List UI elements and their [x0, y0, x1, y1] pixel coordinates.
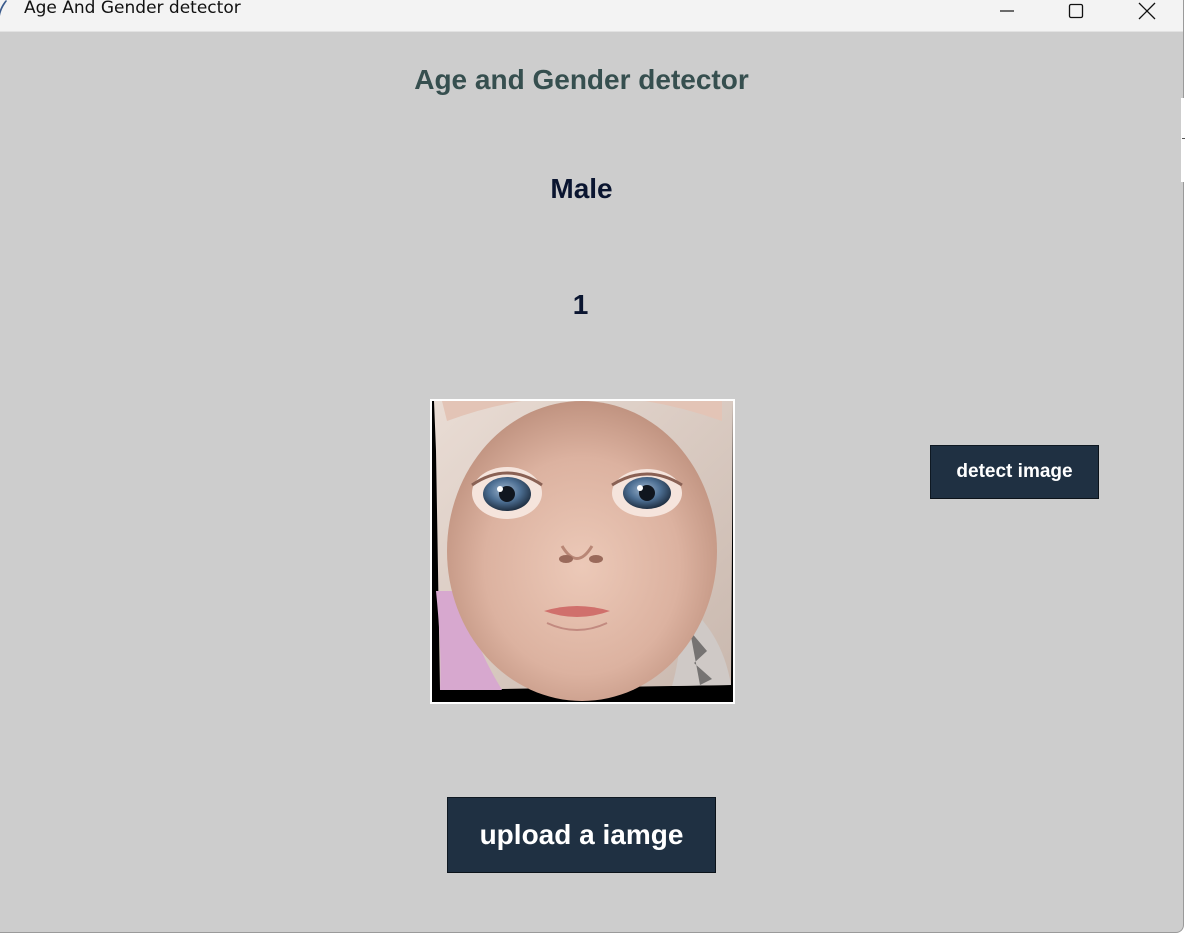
detect-image-button[interactable]: detect image [930, 445, 1099, 499]
minimize-icon [1000, 10, 1014, 12]
close-button[interactable] [1112, 0, 1182, 22]
minimize-button[interactable] [972, 0, 1042, 22]
app-window: Age And Gender detector Age and Gender d… [0, 0, 1184, 933]
window-title: Age And Gender detector [24, 0, 241, 18]
app-heading: Age and Gender detector [414, 64, 749, 95]
maximize-icon [1068, 3, 1084, 19]
feather-icon [0, 0, 7, 16]
title-bar[interactable]: Age And Gender detector [0, 0, 1183, 32]
background-window-edge [1181, 98, 1185, 182]
close-icon [1138, 2, 1156, 20]
uploaded-image [430, 399, 735, 704]
upload-image-button[interactable]: upload a iamge [447, 797, 716, 873]
maximize-button[interactable] [1041, 0, 1111, 22]
age-result: 1 [572, 289, 589, 320]
gender-result: Male [550, 173, 613, 204]
baby-face-photo [432, 401, 733, 702]
